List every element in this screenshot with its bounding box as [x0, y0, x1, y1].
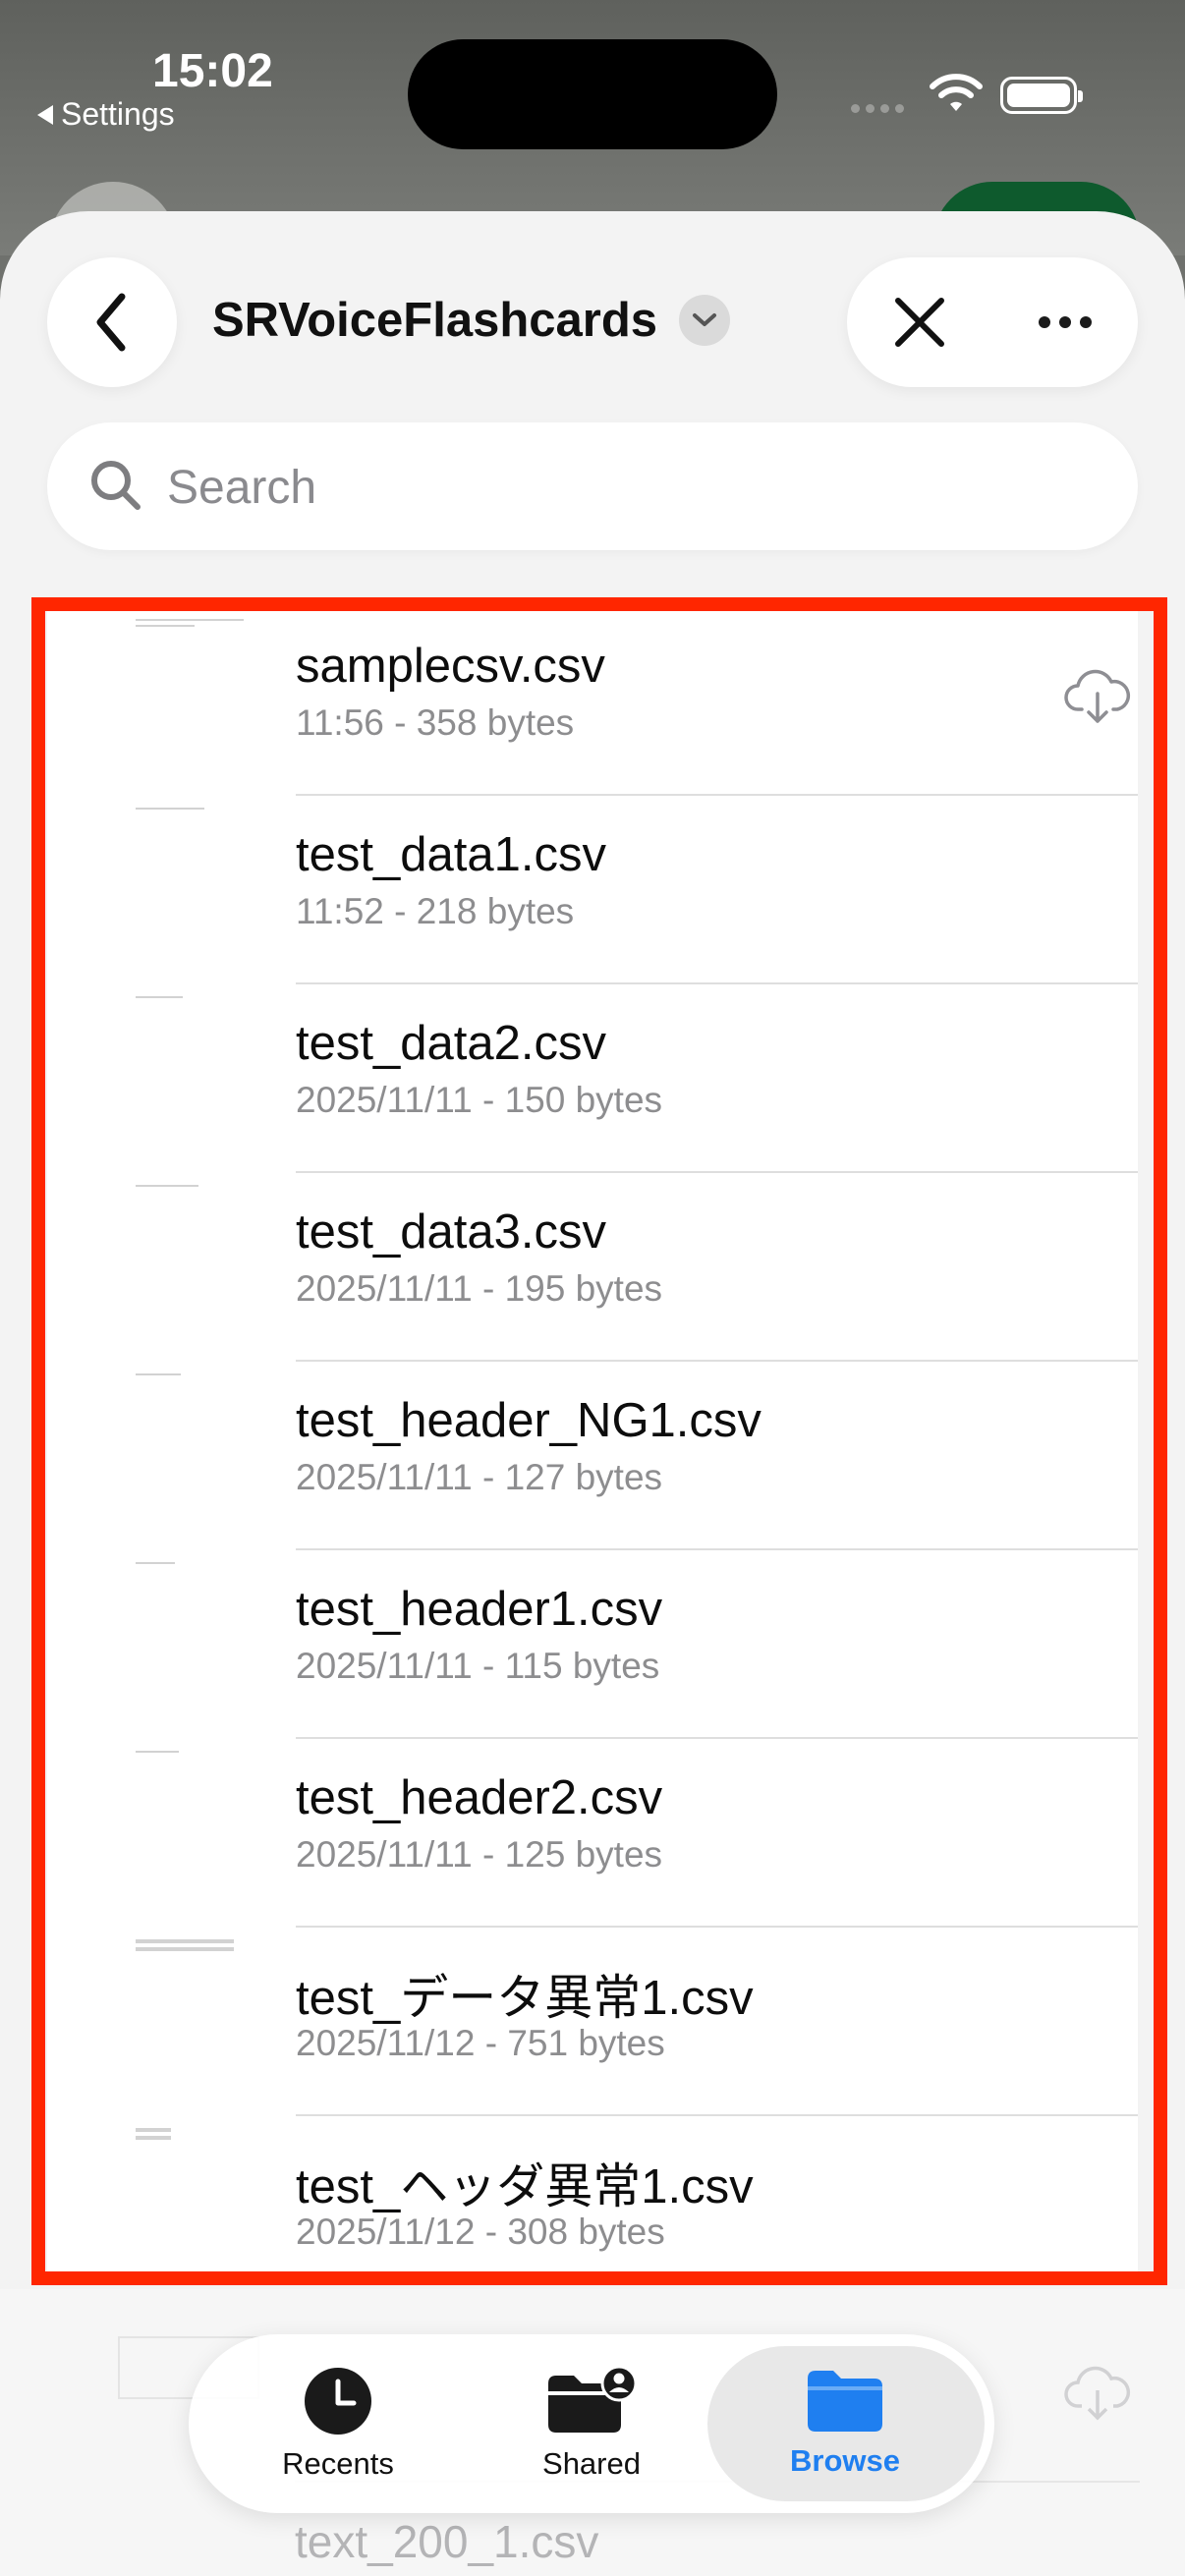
chevron-down-icon[interactable] — [679, 295, 731, 346]
status-time: 15:02 — [152, 45, 273, 97]
file-thumbnail — [136, 2128, 244, 2285]
file-thumbnail — [136, 1939, 244, 2097]
file-thumbnail — [136, 808, 244, 965]
file-meta: 11:56 - 358 bytes — [296, 702, 575, 743]
chevron-left-icon — [96, 293, 126, 352]
file-row[interactable]: test_ヘッダ異常1.csv 2025/11/12 - 308 bytes — [47, 2116, 1138, 2305]
tab-browse[interactable]: Browse — [717, 2334, 973, 2513]
file-row[interactable]: test_データ異常1.csv 2025/11/12 - 751 bytes — [47, 1928, 1138, 2116]
file-meta: 2025/11/11 - 127 bytes — [296, 1457, 663, 1497]
file-meta: 2025/11/12 - 308 bytes — [296, 2212, 665, 2252]
back-to-settings-label: Settings — [61, 96, 175, 132]
file-row[interactable]: test_data3.csv 2025/11/11 - 195 bytes — [47, 1173, 1138, 1362]
file-thumbnail — [136, 1751, 244, 1908]
file-name: test_header1.csv — [296, 1583, 663, 1636]
folder-icon — [808, 2371, 882, 2432]
file-meta: 11:52 - 218 bytes — [296, 891, 575, 931]
clock-icon — [305, 2368, 371, 2435]
file-row[interactable]: test_data2.csv 2025/11/11 - 150 bytes — [47, 984, 1138, 1173]
file-row[interactable]: samplecsv.csv 11:56 - 358 bytes — [47, 607, 1138, 796]
back-to-settings-link[interactable]: Settings — [37, 96, 175, 133]
tab-label: Recents — [282, 2446, 394, 2481]
cloud-download-icon — [1064, 2366, 1130, 2421]
file-name: samplecsv.csv — [296, 640, 605, 693]
file-list: samplecsv.csv 11:56 - 358 bytes test_dat… — [47, 607, 1138, 2277]
file-row[interactable]: test_header2.csv 2025/11/11 - 125 bytes — [47, 1739, 1138, 1928]
more-options-button[interactable] — [992, 257, 1138, 387]
file-name: test_data1.csv — [296, 828, 606, 881]
file-name: test_データ異常1.csv — [296, 1972, 754, 2025]
tab-label: Shared — [542, 2446, 641, 2481]
back-button[interactable] — [47, 257, 177, 387]
file-thumbnail — [136, 1562, 244, 1719]
ellipsis-icon — [1039, 316, 1050, 328]
tab-shared[interactable]: Shared — [464, 2334, 719, 2513]
file-row[interactable]: test_data1.csv 11:52 - 218 bytes — [47, 796, 1138, 984]
close-icon — [895, 298, 944, 347]
search-icon — [91, 461, 141, 510]
shared-folder-icon — [548, 2366, 638, 2433]
file-meta: 2025/11/12 - 751 bytes — [296, 2023, 665, 2063]
close-button[interactable] — [847, 257, 992, 387]
file-thumbnail — [136, 1185, 244, 1342]
file-meta: 2025/11/11 - 125 bytes — [296, 1834, 663, 1875]
search-bar[interactable] — [47, 422, 1138, 550]
file-name[interactable]: text_200_1.csv — [295, 2515, 598, 2568]
file-thumbnail — [136, 619, 244, 776]
wifi-icon — [930, 74, 983, 111]
folder-title-menu[interactable]: SRVoiceFlashcards — [212, 293, 731, 348]
tab-label: Browse — [790, 2443, 900, 2478]
back-triangle-icon — [37, 104, 53, 125]
file-name: test_data3.csv — [296, 1205, 606, 1259]
header-actions — [847, 257, 1138, 387]
file-name: test_header_NG1.csv — [296, 1394, 762, 1447]
file-row[interactable]: test_header_NG1.csv 2025/11/11 - 127 byt… — [47, 1362, 1138, 1550]
tab-recents[interactable]: Recents — [210, 2334, 466, 2513]
page-title: SRVoiceFlashcards — [212, 294, 658, 347]
file-thumbnail — [136, 1373, 244, 1531]
battery-icon — [1000, 77, 1083, 114]
file-name: test_ヘッダ異常1.csv — [296, 2160, 754, 2213]
file-name: test_data2.csv — [296, 1017, 606, 1070]
dynamic-island — [408, 39, 777, 149]
file-meta: 2025/11/11 - 195 bytes — [296, 1268, 663, 1309]
file-meta: 2025/11/11 - 150 bytes — [296, 1080, 663, 1120]
file-row[interactable]: test_header1.csv 2025/11/11 - 115 bytes — [47, 1550, 1138, 1739]
signal-dots-icon — [851, 104, 904, 113]
file-name: test_header2.csv — [296, 1771, 663, 1824]
cloud-download-icon[interactable] — [1064, 666, 1131, 725]
file-thumbnail — [136, 996, 244, 1153]
file-meta: 2025/11/11 - 115 bytes — [296, 1646, 660, 1686]
search-input[interactable] — [165, 450, 1112, 525]
tab-bar: Recents Shared Browse — [189, 2334, 994, 2513]
